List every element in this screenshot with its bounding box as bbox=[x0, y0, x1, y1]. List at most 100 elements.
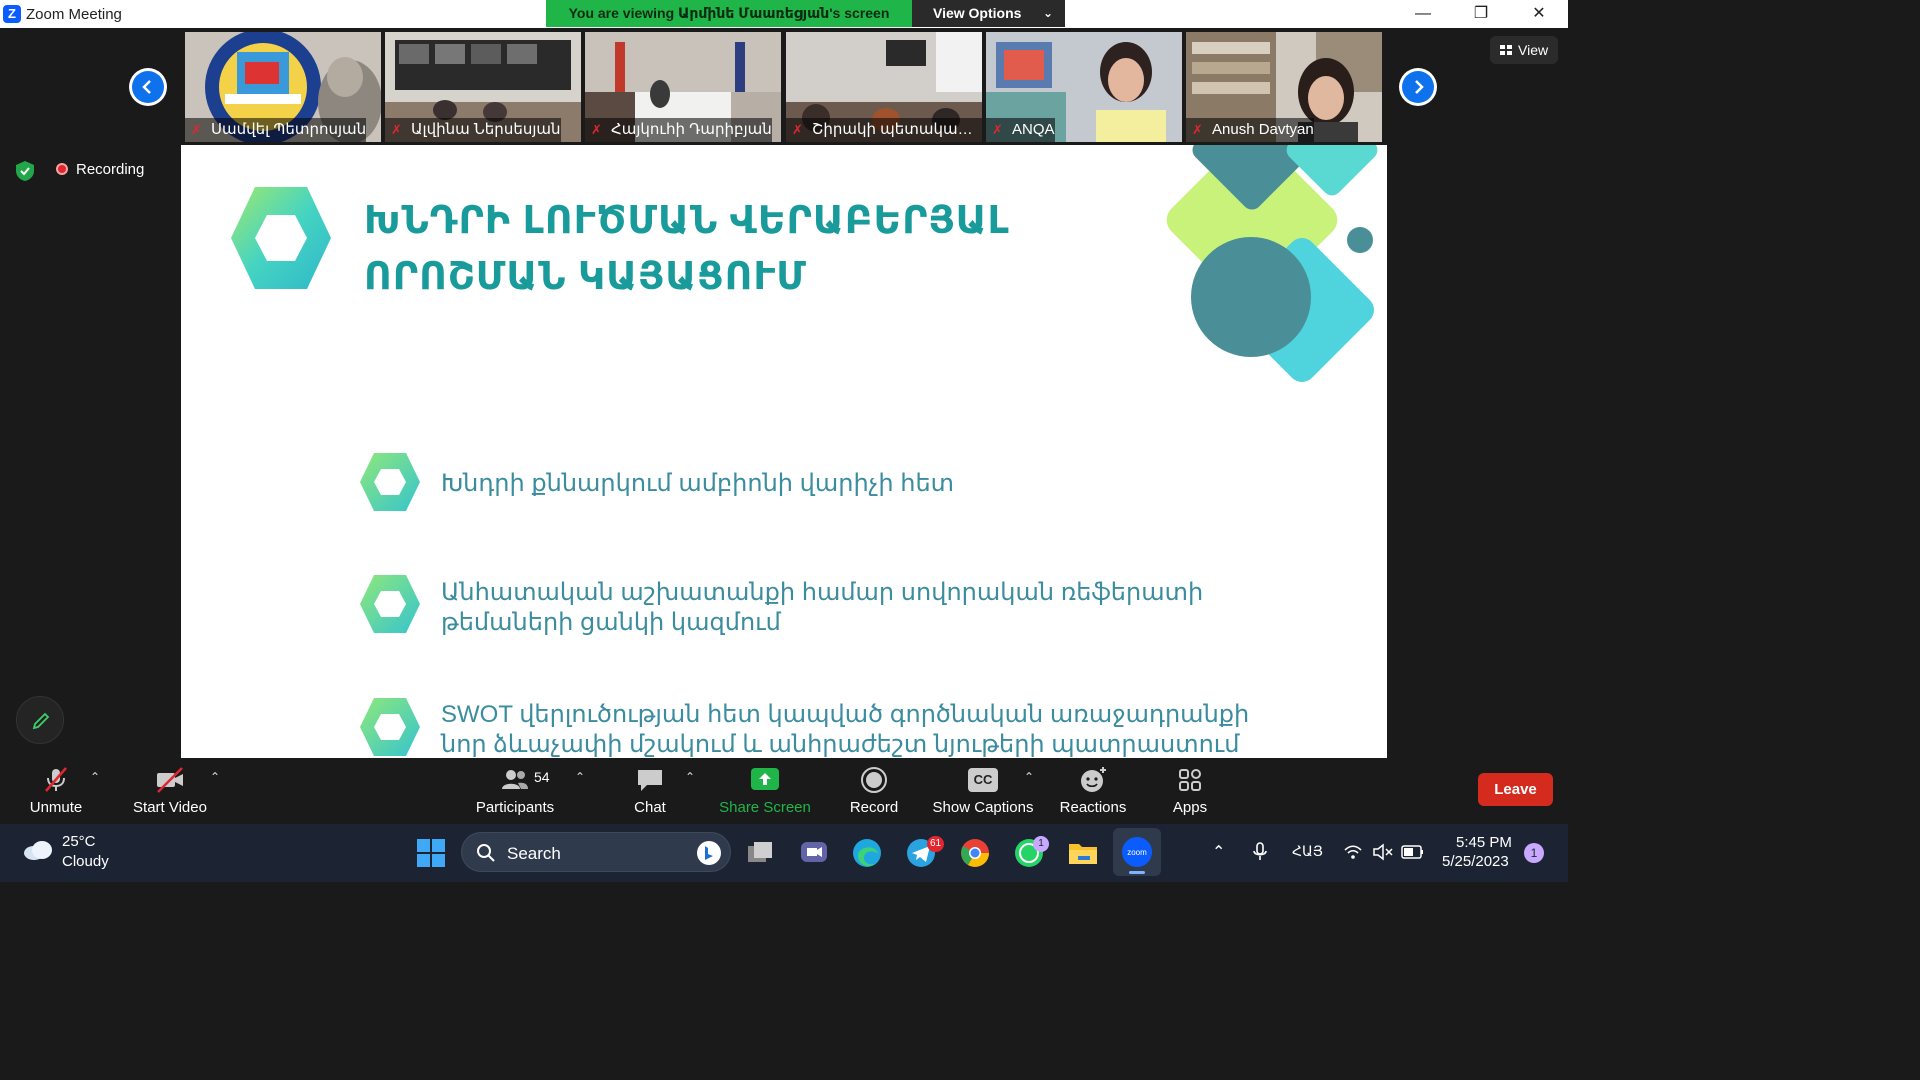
reactions-label: Reactions bbox=[1059, 799, 1127, 816]
close-button[interactable]: ✕ bbox=[1510, 0, 1568, 28]
participant-video-2[interactable]: ✗ Ալվինա Ներսեսյան bbox=[385, 32, 581, 142]
cloudy-weather-icon[interactable] bbox=[22, 840, 54, 860]
mic-muted-icon bbox=[45, 767, 67, 792]
captions-icon: CC bbox=[968, 768, 998, 792]
reactions-button[interactable]: Reactions bbox=[1054, 758, 1132, 824]
share-screen-button[interactable]: Share Screen bbox=[715, 758, 815, 824]
shared-screen-slide: ԽՆԴՐԻ ԼՈՒԾՄԱՆ ՎԵՐԱԲԵՐՅԱԼ ՈՐՈՇՄԱՆ ԿԱՅԱՑՈՒ… bbox=[181, 145, 1387, 758]
record-label: Record bbox=[849, 799, 899, 816]
reactions-icon bbox=[1081, 767, 1106, 792]
audio-options-chevron-icon[interactable]: ⌃ bbox=[90, 770, 100, 784]
chevron-down-icon: ⌄ bbox=[1042, 6, 1053, 20]
restore-button[interactable]: ❐ bbox=[1452, 0, 1510, 28]
record-button[interactable]: Record bbox=[836, 758, 912, 824]
title-hexagon-icon bbox=[231, 187, 331, 289]
next-page-button[interactable] bbox=[1399, 68, 1437, 106]
captions-options-chevron-icon[interactable]: ⌃ bbox=[1024, 770, 1034, 784]
video-off-icon bbox=[157, 767, 183, 793]
file-explorer-icon[interactable] bbox=[1066, 836, 1100, 870]
participant-video-6[interactable]: ✗ Anush Davtyan bbox=[1186, 32, 1382, 142]
teams-chat-icon[interactable] bbox=[797, 836, 831, 870]
windows-start-icon[interactable] bbox=[414, 836, 448, 870]
prev-page-button[interactable] bbox=[129, 68, 167, 106]
chat-button[interactable]: Chat bbox=[615, 758, 685, 824]
unmute-button[interactable]: Unmute bbox=[12, 758, 100, 824]
windows-taskbar: 25°C Cloudy Search 61 1 zoom ⌃ ՀԱՅ 5:45 … bbox=[0, 824, 1568, 882]
active-app-indicator bbox=[1129, 871, 1145, 874]
participant-video-5[interactable]: ✗ ANQA bbox=[986, 32, 1182, 142]
volume-muted-icon[interactable] bbox=[1372, 843, 1394, 861]
participants-label: Participants bbox=[475, 799, 555, 816]
share-screen-icon bbox=[751, 768, 779, 790]
task-view-icon[interactable] bbox=[744, 836, 778, 870]
participants-button[interactable]: 54 Participants bbox=[470, 758, 560, 824]
participants-options-chevron-icon[interactable]: ⌃ bbox=[575, 770, 585, 784]
zoom-taskbar-button[interactable]: zoom bbox=[1113, 828, 1161, 876]
apps-button[interactable]: Apps bbox=[1155, 758, 1225, 824]
microphone-icon[interactable] bbox=[1251, 841, 1269, 863]
leave-button[interactable]: Leave bbox=[1478, 773, 1553, 806]
chevron-right-icon bbox=[1415, 80, 1424, 94]
notification-badge[interactable]: 1 bbox=[1524, 843, 1544, 863]
taskbar-clock-time[interactable]: 5:45 PM bbox=[1456, 834, 1512, 851]
search-icon bbox=[477, 844, 495, 862]
title-bar: Z Zoom Meeting You are viewing Արմինե Մա… bbox=[0, 0, 1568, 28]
svg-text:zoom: zoom bbox=[1127, 848, 1147, 857]
security-shield-icon[interactable] bbox=[14, 160, 36, 182]
slide-bullet-3: SWOT վերլուծության հետ կապված գործնական … bbox=[441, 701, 1250, 758]
weather-description[interactable]: Cloudy bbox=[62, 853, 109, 870]
screen-share-banner: You are viewing Արմինե Մաառեցյան's scree… bbox=[546, 0, 912, 27]
edge-browser-icon[interactable] bbox=[850, 836, 884, 870]
zoom-app-icon: zoom bbox=[1122, 837, 1152, 867]
chrome-icon[interactable] bbox=[958, 836, 992, 870]
bing-icon[interactable] bbox=[696, 840, 722, 866]
slide-bullet-2: Անհատական աշխատանքի համար սովորական ռեֆե… bbox=[441, 579, 1204, 636]
participant-video-3[interactable]: ✗ Հայկուհի Դարիբյան bbox=[585, 32, 781, 142]
view-button-label: View bbox=[1518, 42, 1549, 58]
slide-title: ԽՆԴՐԻ ԼՈՒԾՄԱՆ ՎԵՐԱԲԵՐՅԱԼ ՈՐՈՇՄԱՆ ԿԱՅԱՑՈՒ… bbox=[364, 193, 1010, 305]
show-hidden-icons-chevron-icon[interactable]: ⌃ bbox=[1212, 842, 1225, 862]
participant-video-1[interactable]: ✗ Սամվել Պետրոսյան bbox=[185, 32, 381, 142]
decorative-shapes-icon bbox=[1166, 145, 1378, 382]
participant-video-4[interactable]: ✗ Շիրակի պետական հ... bbox=[786, 32, 982, 142]
whatsapp-badge: 1 bbox=[1033, 836, 1049, 852]
show-captions-button[interactable]: CC Show Captions bbox=[930, 758, 1036, 824]
mic-muted-icon: ✗ bbox=[391, 122, 402, 137]
participants-count: 54 bbox=[534, 769, 550, 785]
start-video-button[interactable]: Start Video bbox=[120, 758, 220, 824]
show-captions-label: Show Captions bbox=[932, 799, 1034, 816]
record-icon bbox=[861, 767, 887, 793]
view-options-button[interactable]: View Options ⌄ bbox=[912, 0, 1065, 27]
video-options-chevron-icon[interactable]: ⌃ bbox=[210, 770, 220, 784]
mic-muted-icon: ✗ bbox=[1192, 122, 1203, 137]
taskbar-search-box[interactable]: Search bbox=[461, 832, 731, 872]
participant-name: ✗ Ալվինա Ներսեսյան bbox=[385, 118, 561, 142]
slide-title-line2: ՈՐՈՇՄԱՆ ԿԱՅԱՑՈՒՄ bbox=[364, 256, 807, 298]
input-language-indicator[interactable]: ՀԱՅ bbox=[1292, 843, 1323, 860]
view-layout-button[interactable]: View bbox=[1490, 36, 1558, 64]
meeting-toolbar: Unmute ⌃ Start Video ⌃ 54 Participants ⌃ bbox=[0, 758, 1568, 824]
weather-temperature[interactable]: 25°C bbox=[62, 833, 96, 850]
zoom-logo-icon: Z bbox=[3, 5, 21, 23]
slide-bullet-1: Խնդրի քննարկում ամբիոնի վարիչի հետ bbox=[441, 470, 955, 497]
participant-name: ✗ Հայկուհի Դարիբյան bbox=[585, 118, 772, 142]
wifi-icon[interactable] bbox=[1343, 843, 1363, 861]
chat-options-chevron-icon[interactable]: ⌃ bbox=[685, 770, 695, 784]
zoom-window: Z Zoom Meeting You are viewing Արմինե Մա… bbox=[0, 0, 1568, 882]
bullet-hexagon-icon bbox=[360, 698, 420, 756]
recording-indicator[interactable]: Recording bbox=[56, 160, 144, 180]
mic-muted-icon: ✗ bbox=[191, 122, 202, 137]
mic-muted-icon: ✗ bbox=[591, 122, 602, 137]
participant-name: ✗ Սամվել Պետրոսյան bbox=[185, 118, 367, 142]
taskbar-clock-date[interactable]: 5/25/2023 bbox=[1442, 853, 1509, 870]
participant-name: ✗ Anush Davtyan bbox=[1186, 118, 1314, 142]
start-video-label: Start Video bbox=[133, 799, 207, 816]
record-dot-icon bbox=[56, 162, 68, 175]
chat-icon bbox=[638, 770, 662, 791]
participant-name: ✗ ANQA bbox=[986, 118, 1055, 142]
minimize-button[interactable]: — bbox=[1394, 0, 1452, 28]
annotate-button[interactable] bbox=[16, 696, 64, 744]
recording-label: Recording bbox=[76, 161, 145, 178]
battery-icon[interactable] bbox=[1401, 844, 1425, 860]
grid-icon bbox=[1500, 45, 1512, 55]
